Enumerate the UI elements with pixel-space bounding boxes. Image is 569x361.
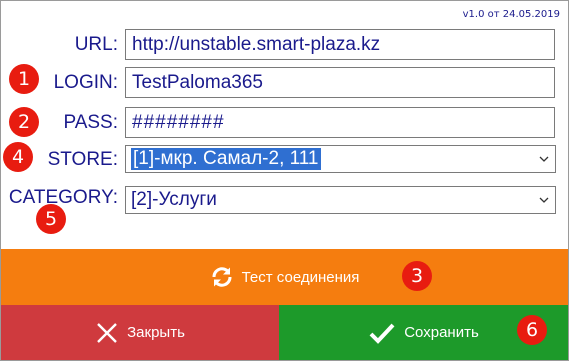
pass-field[interactable]: ######## [125, 107, 555, 138]
check-icon [368, 321, 396, 345]
test-connection-button[interactable]: Тест соединения [1, 249, 568, 305]
refresh-icon [210, 265, 234, 289]
store-select-value: [1]-мкр. Самал-2, 111 [126, 148, 533, 170]
url-label: URL: [74, 34, 118, 55]
login-field[interactable]: TestPaloma365 [125, 67, 555, 98]
close-icon [95, 321, 119, 345]
save-label: Сохранить [404, 324, 479, 341]
category-label: CATEGORY: [8, 187, 118, 208]
badge-5: 5 [36, 204, 66, 234]
store-label: STORE: [47, 149, 118, 170]
close-button[interactable]: Закрыть [1, 305, 279, 360]
chevron-down-icon[interactable] [533, 187, 555, 213]
test-connection-label: Тест соединения [241, 268, 360, 286]
settings-window: v1.0 от 24.05.2019 URL: http://unstable.… [0, 0, 569, 361]
category-select-value: [2]-Услуги [131, 189, 217, 210]
badge-3: 3 [402, 261, 432, 291]
close-label: Закрыть [127, 324, 185, 341]
category-select[interactable]: [2]-Услуги [125, 186, 556, 214]
url-field[interactable]: http://unstable.smart-plaza.kz [125, 29, 555, 60]
version-label: v1.0 от 24.05.2019 [462, 9, 560, 20]
chevron-down-icon[interactable] [533, 146, 555, 172]
badge-6: 6 [517, 315, 547, 345]
badge-4: 4 [3, 142, 33, 172]
store-selected-text: [1]-мкр. Самал-2, 111 [131, 148, 321, 170]
badge-2: 2 [9, 107, 39, 137]
badge-1: 1 [9, 64, 39, 94]
store-select[interactable]: [1]-мкр. Самал-2, 111 [125, 145, 556, 173]
pass-label: PASS: [63, 112, 118, 133]
login-label: LOGIN: [53, 72, 118, 93]
